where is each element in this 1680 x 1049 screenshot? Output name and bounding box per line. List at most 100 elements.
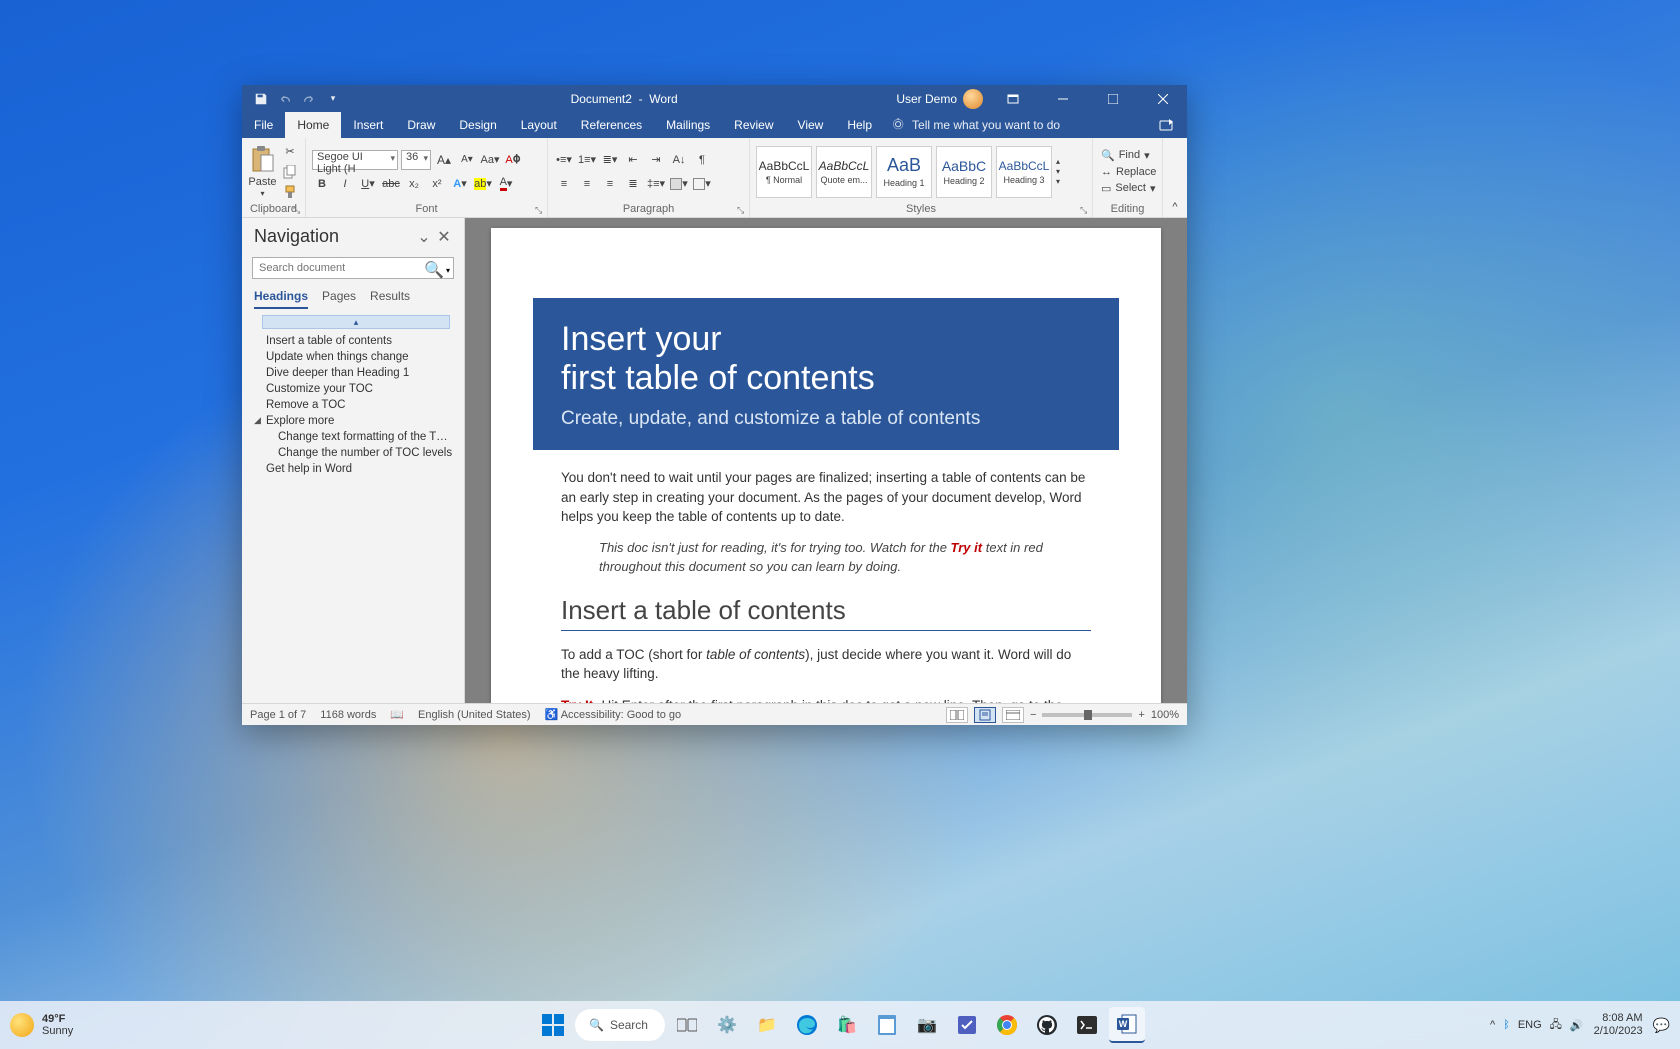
zoom-in-icon[interactable]: + [1138, 709, 1144, 721]
read-mode-icon[interactable] [946, 707, 968, 723]
share-icon[interactable] [1147, 112, 1187, 138]
nav-item[interactable]: ◢Explore more [248, 413, 458, 429]
page-indicator[interactable]: Page 1 of 7 [250, 709, 306, 721]
style-quote[interactable]: AaBbCcLQuote em... [816, 146, 872, 198]
styles-dialog-launcher[interactable]: ⤡ [1080, 205, 1090, 215]
justify-icon[interactable]: ≣ [623, 174, 643, 194]
cut-icon[interactable]: ✂ [281, 144, 299, 160]
spellcheck-icon[interactable]: 📖 [390, 708, 404, 721]
styles-gallery[interactable]: AaBbCcL¶ Normal AaBbCcLQuote em... AaBHe… [756, 144, 1070, 200]
language-indicator[interactable]: ENG [1518, 1019, 1542, 1031]
accessibility-status[interactable]: ♿ Accessibility: Good to go [545, 708, 682, 721]
nav-item[interactable]: Customize your TOC [248, 381, 458, 397]
select-button[interactable]: ▭ Select ▾ [1099, 181, 1158, 196]
style-heading2[interactable]: AaBbCHeading 2 [936, 146, 992, 198]
clock[interactable]: 8:08 AM 2/10/2023 [1594, 1012, 1643, 1038]
show-marks-icon[interactable]: ¶ [692, 150, 712, 170]
terminal-icon[interactable] [1069, 1007, 1105, 1043]
align-center-icon[interactable]: ≡ [577, 174, 597, 194]
text-effects-icon[interactable]: A▾ [450, 174, 470, 194]
replace-button[interactable]: ↔ Replace [1099, 165, 1158, 179]
zoom-level[interactable]: 100% [1151, 709, 1179, 721]
highlight-icon[interactable]: ab▾ [473, 174, 493, 194]
search-icon[interactable]: 🔍 ▾ [424, 260, 450, 280]
nav-jump-top[interactable]: ▴ [262, 315, 450, 329]
github-icon[interactable] [1029, 1007, 1065, 1043]
taskbar-search[interactable]: 🔍 Search [575, 1009, 665, 1041]
format-painter-icon[interactable] [281, 184, 299, 200]
paragraph-dialog-launcher[interactable]: ⤡ [737, 205, 747, 215]
zoom-out-icon[interactable]: − [1030, 709, 1036, 721]
italic-button[interactable]: I [335, 174, 355, 194]
redo-icon[interactable] [300, 90, 318, 108]
collapse-ribbon-icon[interactable]: ^ [1163, 138, 1187, 217]
notepad-icon[interactable] [869, 1007, 905, 1043]
superscript-button[interactable]: x² [427, 174, 447, 194]
camera-icon[interactable]: 📷 [909, 1007, 945, 1043]
multilevel-list-icon[interactable]: ≣▾ [600, 150, 620, 170]
nav-tab-results[interactable]: Results [370, 289, 410, 309]
weather-widget[interactable]: 49°F Sunny [10, 1013, 73, 1037]
undo-icon[interactable] [276, 90, 294, 108]
volume-icon[interactable]: 🔊 [1570, 1019, 1584, 1032]
tab-file[interactable]: File [242, 112, 285, 138]
paste-button[interactable]: Paste ▾ [248, 145, 277, 198]
nav-item[interactable]: Dive deeper than Heading 1 [248, 365, 458, 381]
edge-icon[interactable] [789, 1007, 825, 1043]
style-heading1[interactable]: AaBHeading 1 [876, 146, 932, 198]
nav-item[interactable]: Get help in Word [248, 461, 458, 477]
word-app-icon[interactable]: W [1109, 1007, 1145, 1043]
font-color-icon[interactable]: A▾ [496, 174, 516, 194]
maximize-button[interactable] [1093, 85, 1133, 112]
bold-button[interactable]: B [312, 174, 332, 194]
file-explorer-icon[interactable]: 📁 [749, 1007, 785, 1043]
tell-me-search[interactable]: Tell me what you want to do [892, 112, 1060, 138]
collapse-icon[interactable]: ◢ [254, 415, 261, 426]
bluetooth-icon[interactable]: ᛒ [1503, 1019, 1510, 1031]
nav-tab-headings[interactable]: Headings [254, 289, 308, 309]
language-indicator[interactable]: English (United States) [418, 709, 531, 721]
nav-close-icon[interactable]: ✕ [434, 227, 454, 247]
style-normal[interactable]: AaBbCcL¶ Normal [756, 146, 812, 198]
tab-layout[interactable]: Layout [509, 112, 569, 138]
nav-item[interactable]: Remove a TOC [248, 397, 458, 413]
nav-item[interactable]: Insert a table of contents [248, 333, 458, 349]
increase-indent-icon[interactable]: ⇥ [646, 150, 666, 170]
save-icon[interactable] [252, 90, 270, 108]
tab-draw[interactable]: Draw [395, 112, 447, 138]
nav-item[interactable]: Change the number of TOC levels [248, 445, 458, 461]
underline-button[interactable]: U▾ [358, 174, 378, 194]
tab-references[interactable]: References [569, 112, 654, 138]
shading-icon[interactable]: ▾ [669, 174, 689, 194]
borders-icon[interactable]: ▾ [692, 174, 712, 194]
document-area[interactable]: Insert your first table of contents Crea… [465, 218, 1187, 703]
align-left-icon[interactable]: ≡ [554, 174, 574, 194]
web-layout-icon[interactable] [1002, 707, 1024, 723]
decrease-indent-icon[interactable]: ⇤ [623, 150, 643, 170]
find-button[interactable]: 🔍 Find ▾ [1099, 148, 1158, 163]
styles-more-icon[interactable]: ▴▾▾ [1056, 157, 1070, 186]
network-icon[interactable]: 🖧 [1550, 1016, 1562, 1035]
change-case-icon[interactable]: Aa▾ [480, 150, 500, 170]
ribbon-display-options-icon[interactable] [993, 85, 1033, 112]
notifications-icon[interactable]: 💬 [1653, 1017, 1670, 1034]
font-face-combo[interactable]: Segoe UI Light (H [312, 150, 398, 170]
nav-tab-pages[interactable]: Pages [322, 289, 356, 309]
settings-app-icon[interactable]: ⚙️ [709, 1007, 745, 1043]
sort-icon[interactable]: A↓ [669, 150, 689, 170]
clear-formatting-icon[interactable]: A𝛟 [503, 150, 523, 170]
numbering-icon[interactable]: 1≡▾ [577, 150, 597, 170]
nav-options-icon[interactable]: ⌄ [414, 227, 434, 247]
tab-review[interactable]: Review [722, 112, 785, 138]
nav-item[interactable]: Change text formatting of the TO... [248, 429, 458, 445]
font-size-combo[interactable]: 36 [401, 150, 431, 170]
chrome-icon[interactable] [989, 1007, 1025, 1043]
print-layout-icon[interactable] [974, 707, 996, 723]
close-button[interactable] [1143, 85, 1183, 112]
subscript-button[interactable]: x₂ [404, 174, 424, 194]
tab-insert[interactable]: Insert [341, 112, 395, 138]
tab-view[interactable]: View [786, 112, 836, 138]
word-count[interactable]: 1168 words [320, 709, 376, 721]
shrink-font-icon[interactable]: A▾ [457, 150, 477, 170]
store-icon[interactable]: 🛍️ [829, 1007, 865, 1043]
